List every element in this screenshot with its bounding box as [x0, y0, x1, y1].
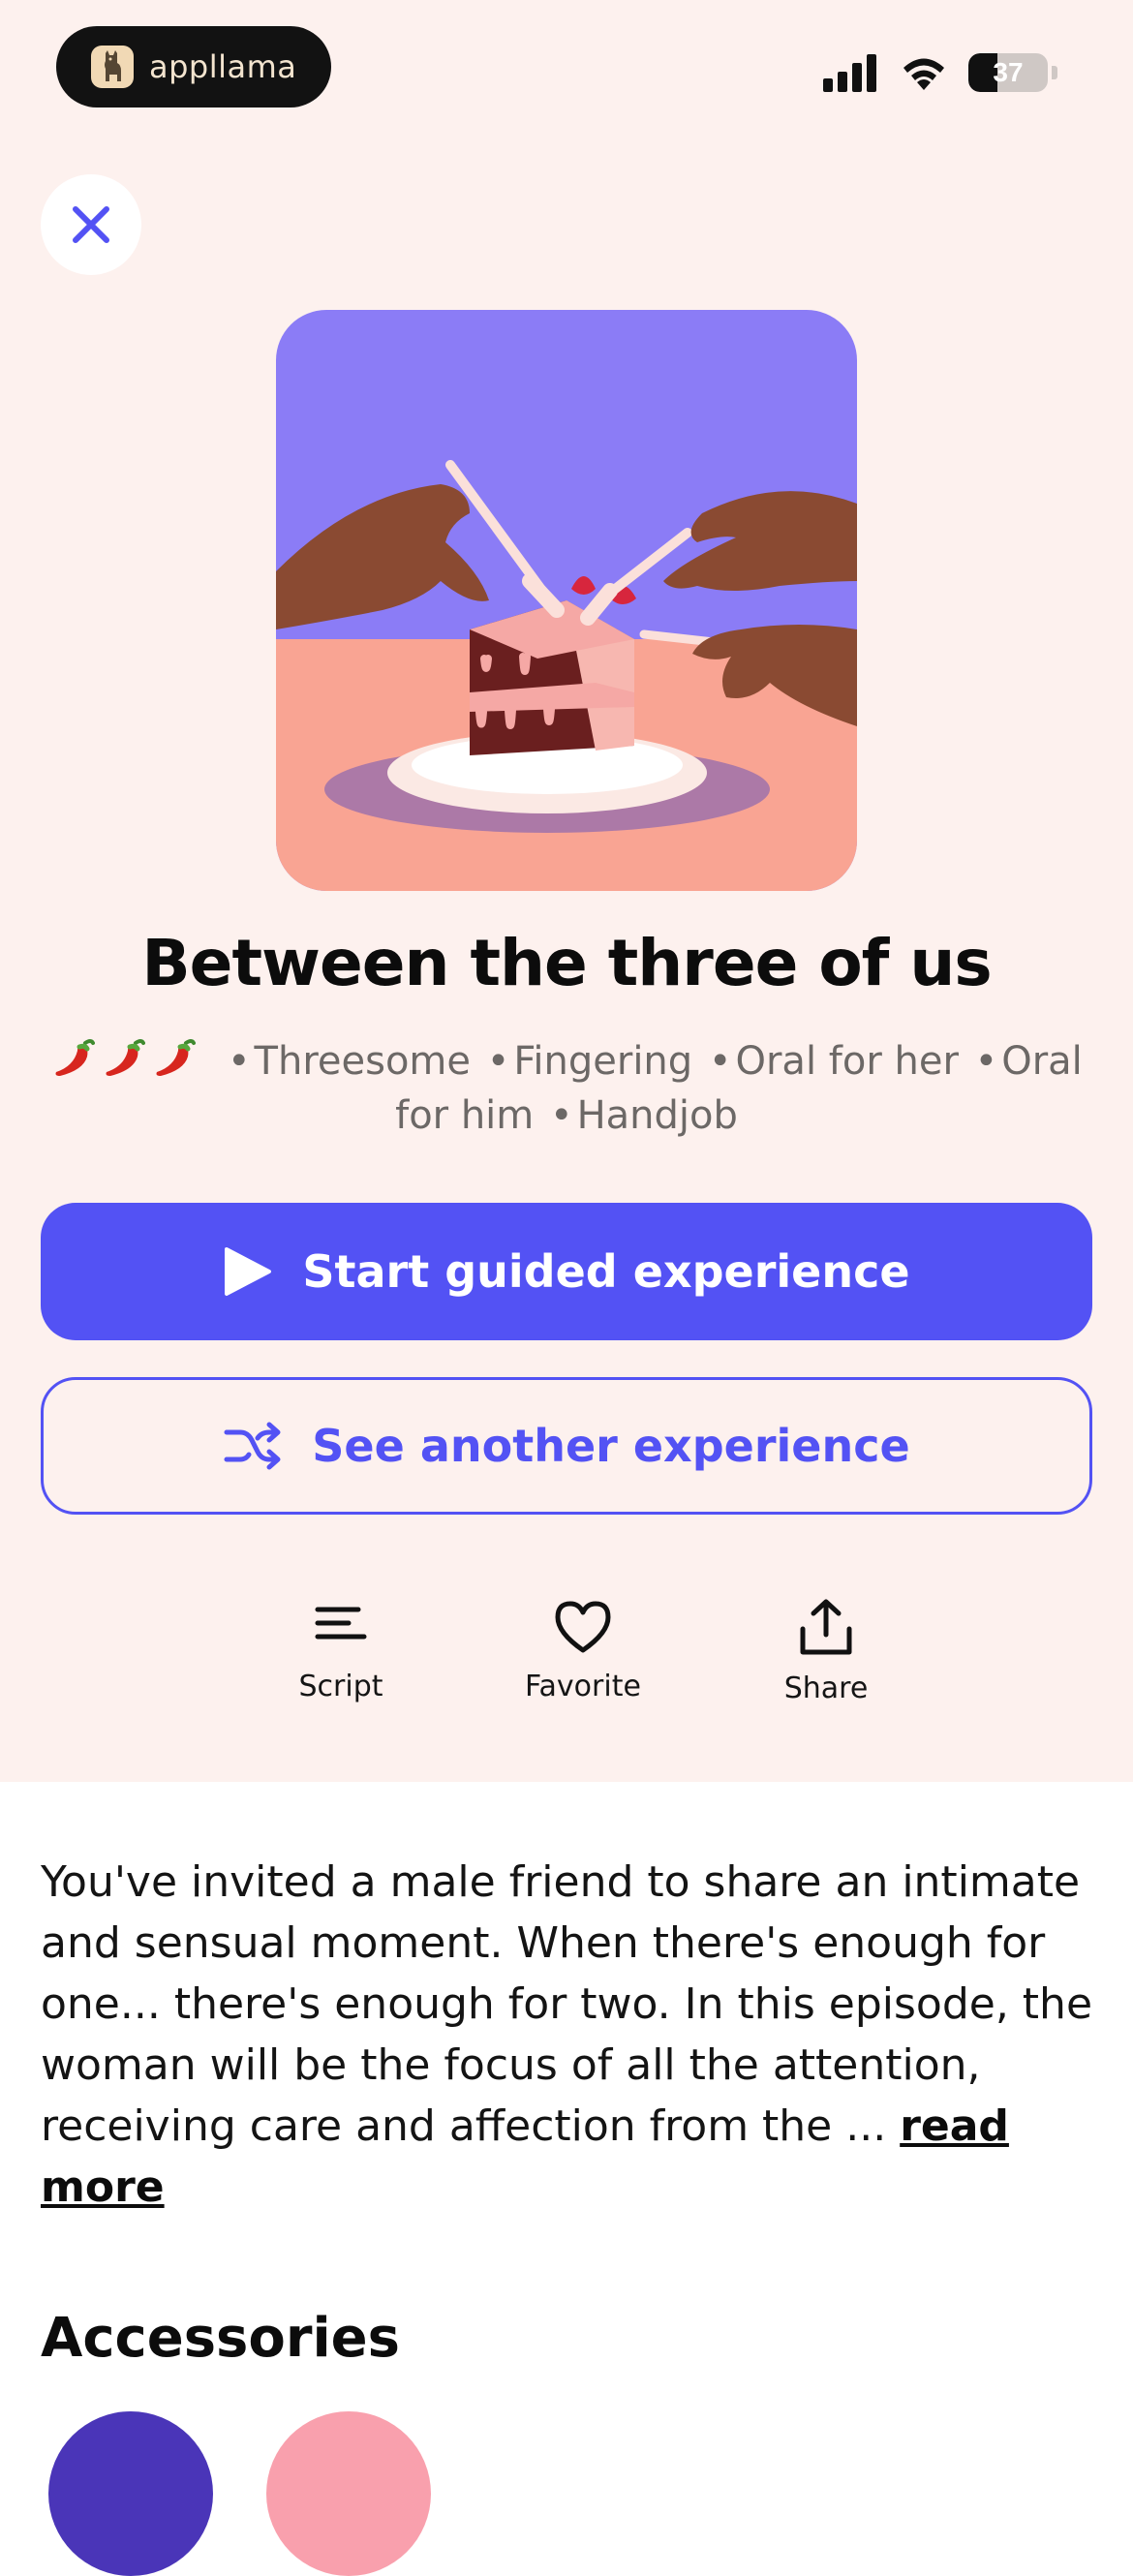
start-guided-experience-button[interactable]: Start guided experience — [41, 1203, 1092, 1340]
tag-separator: • — [974, 1039, 998, 1084]
cellular-signal-icon — [823, 54, 876, 92]
battery-indicator: 37 — [968, 53, 1048, 92]
accessory-item[interactable] — [266, 2411, 431, 2576]
status-icons: 37 — [823, 48, 1057, 97]
share-label: Share — [783, 1671, 869, 1705]
app-indicator-pill[interactable]: appllama — [56, 26, 331, 107]
tags-list: • Threesome • Fingering • Oral for her • Ora… — [224, 1039, 1083, 1138]
battery-cap — [1052, 66, 1057, 79]
tag-separator: • — [549, 1093, 573, 1138]
close-button[interactable] — [41, 174, 141, 275]
tag-label: Fingering — [513, 1039, 693, 1084]
tag-separator: • — [486, 1039, 510, 1084]
tag-separator: • — [708, 1039, 732, 1084]
heart-icon — [555, 1601, 611, 1653]
battery-level: 37 — [993, 57, 1024, 87]
cake-illustration — [276, 310, 857, 891]
tag-separator: • — [227, 1039, 251, 1084]
accessories-title: Accessories — [41, 2307, 400, 2370]
share-action[interactable]: Share — [729, 1598, 923, 1724]
spice-level-indicator — [50, 1035, 197, 1080]
episode-artwork — [276, 310, 857, 891]
see-another-experience-label: See another experience — [312, 1420, 910, 1472]
close-icon — [73, 206, 109, 243]
tag-label: Threesome — [254, 1039, 471, 1084]
chili-pepper-icon — [156, 1039, 197, 1076]
wifi-icon — [903, 58, 944, 90]
chili-pepper-icon — [106, 1039, 146, 1076]
shuffle-icon — [224, 1422, 281, 1470]
tag-label: Handjob — [576, 1093, 738, 1138]
favorite-action[interactable]: Favorite — [486, 1598, 680, 1724]
start-guided-experience-label: Start guided experience — [302, 1245, 910, 1298]
script-label: Script — [298, 1670, 383, 1703]
episode-header-section — [0, 0, 1133, 1782]
chili-pepper-icon — [55, 1039, 96, 1076]
see-another-experience-button[interactable]: See another experience — [41, 1377, 1092, 1515]
play-icon — [225, 1247, 272, 1296]
share-icon — [800, 1599, 852, 1655]
llama-logo-icon — [91, 46, 134, 88]
tag-label: Oral for her — [735, 1039, 959, 1084]
app-name: appllama — [149, 48, 297, 85]
accessory-item[interactable] — [48, 2411, 213, 2576]
script-lines-icon — [315, 1607, 367, 1640]
episode-tags: • Threesome • Fingering • Oral for her • Ora… — [48, 1034, 1085, 1143]
script-action[interactable]: Script — [244, 1598, 438, 1724]
episode-description: You've invited a male friend to share an… — [41, 1852, 1096, 2218]
favorite-label: Favorite — [525, 1670, 641, 1703]
episode-title: Between the three of us — [141, 926, 992, 1000]
episode-actions: Script Favorite Share — [0, 1598, 1133, 1724]
